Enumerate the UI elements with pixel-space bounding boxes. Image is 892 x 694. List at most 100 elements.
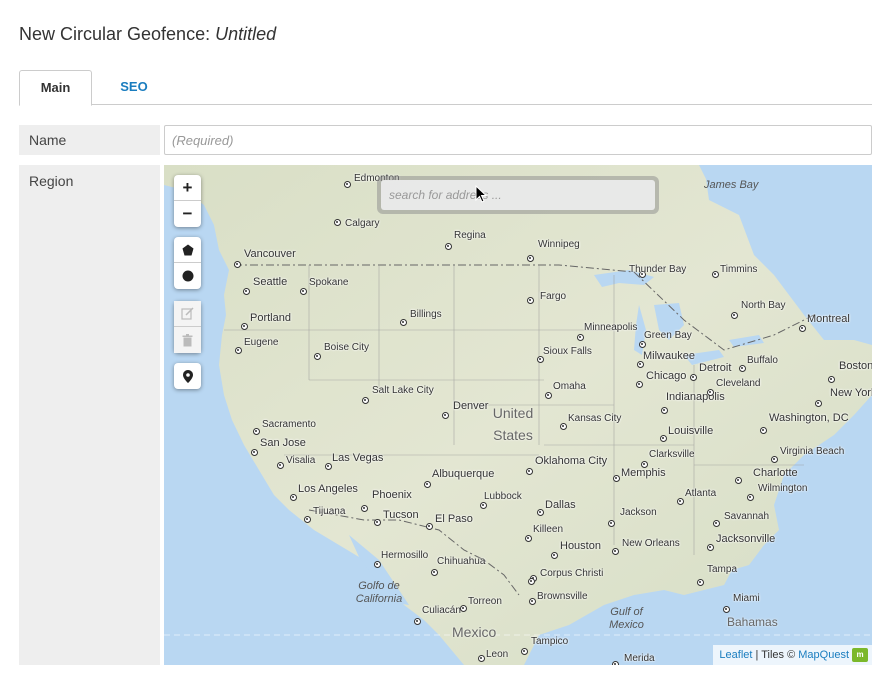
city-marker (537, 356, 544, 363)
pentagon-icon (182, 244, 193, 255)
city-label: Corpus Christi (540, 568, 604, 579)
city-marker (521, 648, 528, 655)
city-label: Eugene (244, 337, 279, 348)
city-marker (747, 494, 754, 501)
city-marker (525, 535, 532, 542)
city-label: Boston (839, 360, 872, 372)
city-label: Atlanta (685, 488, 717, 499)
city-label: Culiacán (422, 605, 461, 616)
map-marker-icon (182, 369, 193, 383)
city-marker (374, 561, 381, 568)
city-label: Tucson (383, 509, 419, 521)
city-marker (612, 548, 619, 555)
city-label: Montreal (807, 313, 850, 325)
city-marker (241, 323, 248, 330)
city-marker (235, 347, 242, 354)
place-marker-button[interactable] (174, 363, 201, 389)
city-marker (445, 243, 452, 250)
draw-polygon-button[interactable] (174, 237, 201, 263)
map-attribution: Leaflet | Tiles © MapQuest m (713, 645, 872, 665)
city-marker (560, 423, 567, 430)
draw-circle-button[interactable] (174, 263, 201, 289)
city-marker (697, 579, 704, 586)
city-label: Wilmington (758, 483, 808, 494)
city-marker (815, 400, 822, 407)
city-marker (325, 463, 332, 470)
city-label: Chicago (646, 370, 687, 382)
city-label: Tampa (707, 564, 738, 575)
city-label: Seattle (253, 276, 288, 288)
title-prefix: New Circular Geofence: (19, 24, 216, 44)
city-marker (660, 435, 667, 442)
water-label-gulf-of-mexico: Gulf of Mexico (609, 606, 644, 631)
address-search-input[interactable] (381, 180, 655, 210)
city-label: Washington, DC (769, 412, 849, 424)
zoom-control: + − (174, 175, 201, 227)
city-marker (334, 219, 341, 226)
city-label: Boise City (324, 342, 370, 353)
city-label: Tampico (531, 636, 569, 647)
attribution-separator: | Tiles © (752, 649, 799, 661)
city-label: Fargo (540, 291, 567, 302)
city-label: Spokane (309, 277, 349, 288)
city-marker (707, 389, 714, 396)
city-marker (424, 481, 431, 488)
city-label: El Paso (435, 513, 473, 525)
circle-icon (182, 270, 193, 282)
city-label: San Jose (260, 437, 306, 449)
city-marker (431, 569, 438, 576)
tab-seo[interactable]: SEO (104, 70, 164, 105)
city-label: Minneapolis (584, 322, 638, 333)
city-label: Sioux Falls (543, 346, 592, 357)
city-label: Hermosillo (381, 550, 429, 561)
city-label: Jacksonville (716, 533, 776, 545)
address-search-box (377, 176, 659, 214)
city-label: Louisville (668, 425, 714, 437)
city-marker (344, 181, 351, 188)
delete-layers-button[interactable] (174, 327, 201, 353)
city-label: Torreon (468, 596, 502, 607)
region-label-mexico: Mexico (452, 624, 497, 640)
city-marker (460, 605, 467, 612)
city-marker (528, 578, 535, 585)
draw-toolbar (174, 237, 201, 289)
city-label: Virginia Beach (780, 446, 845, 457)
city-marker (426, 523, 433, 530)
city-label: New Orleans (622, 538, 680, 549)
city-label: Clarksville (649, 449, 695, 460)
city-label: Chihuahua (437, 556, 486, 567)
city-marker (608, 520, 615, 527)
city-marker (828, 376, 835, 383)
mouse-cursor-icon (475, 185, 487, 203)
zoom-in-button[interactable]: + (174, 175, 201, 201)
city-label: Portland (250, 312, 291, 324)
city-label: Killeen (533, 524, 564, 535)
edit-layers-button[interactable] (174, 301, 201, 327)
tab-main[interactable]: Main (19, 70, 92, 106)
city-marker (414, 618, 421, 625)
tab-bar: Main SEO (19, 70, 872, 106)
city-label: Green Bay (644, 330, 692, 341)
city-label: Billings (410, 309, 442, 320)
region-map[interactable]: James Bay Gulf of Mexico Golfo de Califo… (164, 165, 872, 665)
city-label: Kansas City (568, 413, 622, 424)
city-label: Dallas (545, 499, 576, 511)
city-label: North Bay (741, 300, 786, 311)
city-label: Thunder Bay (629, 264, 687, 275)
city-label: Milwaukee (643, 350, 695, 362)
city-label: Las Vegas (332, 452, 384, 464)
city-marker (713, 520, 720, 527)
city-marker (707, 544, 714, 551)
city-marker (723, 606, 730, 613)
name-input[interactable] (164, 125, 872, 155)
city-marker (537, 509, 544, 516)
mapquest-link[interactable]: MapQuest (798, 649, 849, 661)
city-marker (304, 516, 311, 523)
city-marker (639, 341, 646, 348)
city-marker (251, 449, 258, 456)
leaflet-link[interactable]: Leaflet (719, 649, 752, 661)
city-label: Tijuana (313, 506, 346, 517)
zoom-out-button[interactable]: − (174, 201, 201, 227)
mapquest-logo-icon: m (852, 648, 868, 663)
region-label-bahamas: Bahamas (727, 615, 778, 629)
